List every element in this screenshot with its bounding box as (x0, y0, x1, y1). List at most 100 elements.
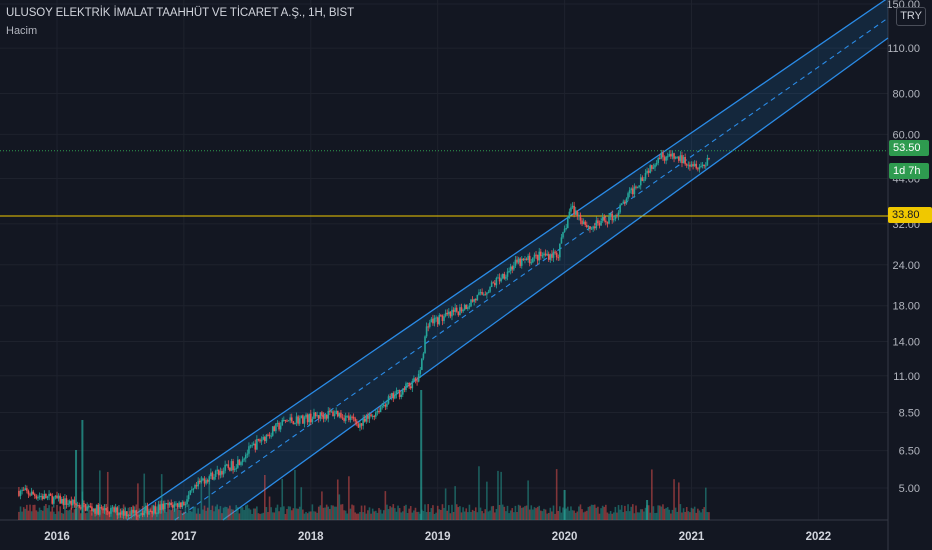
volume-bar (303, 513, 306, 520)
candle-body (251, 445, 253, 447)
candle-body (482, 294, 485, 296)
volume-bar (630, 506, 633, 520)
volume-bar (348, 476, 350, 520)
candle-body (344, 415, 347, 421)
volume-bar (674, 507, 677, 520)
y-tick-label: 11.00 (893, 371, 920, 383)
volume-bar (49, 511, 52, 520)
volume-bar (635, 505, 637, 520)
volume-bar (21, 511, 23, 520)
candle-body (563, 228, 566, 233)
volume-bar (203, 505, 206, 520)
candle-body (146, 505, 149, 515)
volume-bar (194, 506, 196, 520)
volume-bar (227, 508, 230, 520)
candle-body (356, 421, 358, 425)
volume-bar (300, 487, 303, 520)
volume-bar (330, 505, 333, 520)
candle-body (235, 467, 238, 469)
volume-bar (476, 512, 479, 520)
candle-body (452, 309, 455, 312)
candle-body (56, 495, 58, 499)
candle-body (222, 470, 225, 475)
candle-body (600, 220, 602, 226)
volume-bar (382, 510, 385, 520)
candle-body (463, 304, 466, 310)
candle-body (89, 506, 92, 508)
volume-indicator-label[interactable]: Hacim (6, 25, 37, 37)
candle-body (181, 501, 184, 508)
volume-bar (168, 509, 171, 520)
volume-bar (500, 471, 502, 520)
volume-bar (527, 480, 529, 520)
candle-body (105, 508, 107, 511)
candle-body (397, 390, 399, 392)
candle-body (503, 273, 506, 279)
candle-body (195, 484, 198, 487)
candle-body (325, 414, 328, 419)
candle-body (327, 410, 330, 419)
candle-body (625, 198, 628, 204)
candle-body (213, 476, 215, 480)
volume-bar (587, 506, 590, 520)
volume-bar (643, 511, 645, 520)
candle-body (674, 157, 677, 159)
candle-body (519, 258, 521, 266)
candle-body (103, 508, 106, 511)
candle-body (562, 232, 564, 238)
candle-body (403, 388, 406, 390)
price-chart[interactable]: 150.00110.0080.0060.0044.0032.0024.0018.… (0, 0, 932, 550)
volume-bar (422, 510, 425, 520)
candle-body (376, 411, 379, 413)
volume-bar (29, 504, 31, 520)
candle-body (132, 509, 134, 513)
volume-bar (398, 508, 401, 520)
volume-bar (681, 512, 683, 520)
volume-bar (663, 508, 666, 520)
candle-body (35, 495, 38, 499)
candle-body (622, 201, 625, 204)
candle-body (305, 414, 307, 418)
currency-button[interactable]: TRY (896, 7, 926, 26)
candle-body (703, 164, 705, 167)
candle-body (586, 224, 588, 228)
volume-bar (428, 511, 431, 520)
volume-bar (333, 506, 336, 520)
candle-body (660, 152, 663, 159)
volume-bar (543, 508, 545, 520)
candle-body (406, 383, 409, 385)
candle-body (627, 193, 629, 199)
candle-body (53, 497, 55, 504)
candle-body (200, 480, 203, 483)
candle-body (532, 257, 534, 263)
volume-bar (259, 513, 261, 520)
volume-bar (222, 507, 225, 520)
volume-bar (660, 506, 663, 520)
candle-body (202, 478, 204, 481)
candle-body (435, 317, 437, 319)
y-tick-label: 14.00 (892, 336, 920, 348)
candle-body (65, 498, 68, 505)
volume-bar (441, 504, 444, 520)
candle-body (249, 445, 252, 447)
volume-bar (409, 506, 412, 520)
candle-body (165, 503, 168, 505)
x-tick-label: 2019 (425, 531, 451, 543)
candle-body (492, 282, 495, 284)
volume-bar (452, 511, 455, 520)
candle-body (341, 417, 344, 419)
volume-bar (617, 505, 620, 520)
candle-body (271, 426, 274, 436)
volume-bar (481, 511, 483, 520)
volume-bar (225, 507, 228, 520)
volume-bar (292, 508, 295, 520)
candle-body (94, 508, 96, 514)
candle-body (612, 219, 615, 221)
candle-body (421, 358, 423, 370)
candle-body (671, 153, 674, 157)
candle-body (246, 453, 249, 455)
volume-bar (600, 508, 602, 520)
volume-bar (519, 505, 521, 520)
volume-bar (455, 504, 458, 520)
candle-body (513, 265, 515, 270)
